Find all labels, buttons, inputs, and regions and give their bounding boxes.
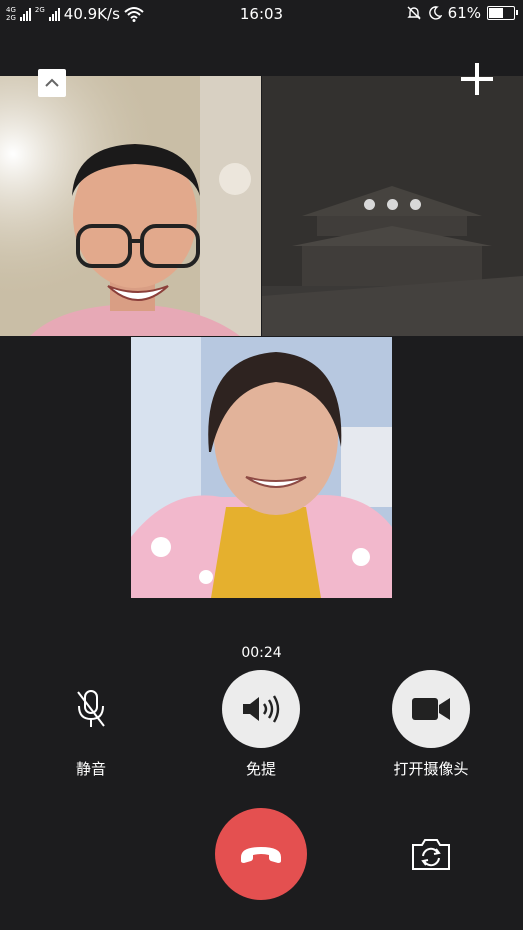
add-participant-button[interactable] <box>458 60 496 98</box>
battery-percent: 61% <box>447 4 481 22</box>
status-bar: 4G 2G 2G 40.9K/s 16:03 61% <box>0 0 523 30</box>
video-camera-icon <box>412 698 450 720</box>
camera-button[interactable] <box>392 670 470 748</box>
video-tile-participant-3[interactable] <box>131 337 392 598</box>
speaker-button[interactable] <box>222 670 300 748</box>
loading-dot <box>410 199 421 210</box>
loading-dot <box>387 199 398 210</box>
battery-icon <box>487 6 518 20</box>
mute-button[interactable] <box>52 670 130 748</box>
participant-1-video <box>0 76 261 336</box>
moon-icon <box>428 6 442 20</box>
chevron-up-icon <box>45 78 59 87</box>
plus-icon <box>461 63 493 95</box>
camera-control[interactable]: 打开摄像头 <box>366 670 496 779</box>
camera-switch-icon <box>412 839 450 870</box>
microphone-off-icon <box>77 690 105 727</box>
speaker-icon <box>243 695 280 723</box>
loading-indicator <box>262 199 523 210</box>
status-bar-right: 61% <box>406 4 518 22</box>
video-tile-participant-2[interactable] <box>262 76 523 336</box>
collapse-button[interactable] <box>38 69 66 97</box>
participant-3-video <box>131 337 392 598</box>
call-duration: 00:24 <box>241 645 282 661</box>
battery-fill <box>489 8 504 18</box>
mute-label: 静音 <box>75 760 106 778</box>
bell-muted-icon <box>406 6 421 20</box>
loading-dot <box>364 199 375 210</box>
mute-control[interactable]: 静音 <box>26 670 156 779</box>
speaker-control[interactable]: 免提 <box>196 670 326 779</box>
hangup-button[interactable] <box>215 808 307 900</box>
camera-label: 打开摄像头 <box>393 760 469 778</box>
switch-camera-button[interactable] <box>409 834 453 874</box>
speaker-label: 免提 <box>245 760 276 778</box>
phone-hangup-icon <box>241 847 281 863</box>
video-tile-participant-1[interactable] <box>0 76 261 336</box>
